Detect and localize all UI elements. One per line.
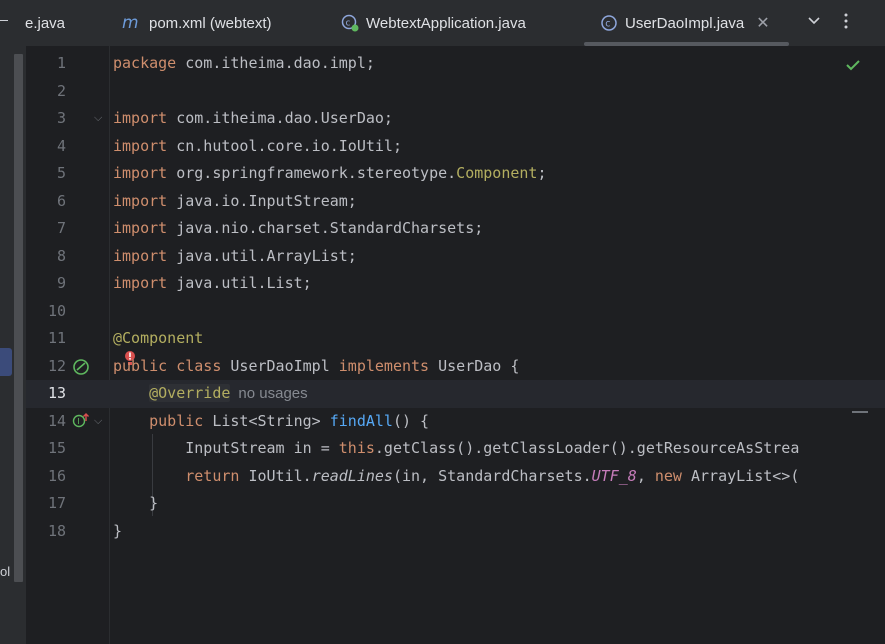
maven-icon: m	[122, 15, 142, 31]
code-line: 7 import java.nio.charset.StandardCharse…	[26, 215, 885, 243]
line-number: 12	[47, 356, 66, 375]
code-text[interactable]: import java.io.InputStream;	[113, 188, 357, 216]
tab-pom-xml[interactable]: m pom.xml (webtext)	[122, 0, 272, 46]
code-text[interactable]: package com.itheima.dao.impl;	[113, 50, 375, 78]
code-line: 5 import org.springframework.stereotype.…	[26, 160, 885, 188]
spring-boot-class-icon: c	[341, 14, 359, 32]
line-number: 8	[56, 246, 66, 265]
code-line: 11 @Component	[26, 325, 885, 353]
line-number: 9	[56, 274, 66, 292]
code-line: 6 import java.io.InputStream;	[26, 188, 885, 216]
tab-user-dao-impl[interactable]: c UserDaoImpl.java ✕	[600, 0, 770, 46]
line-number: 17	[47, 494, 66, 512]
code-text[interactable]: return IoUtil.readLines(in, StandardChar…	[113, 463, 799, 491]
code-line: 3 ⌵ import com.itheima.dao.UserDao;	[26, 105, 885, 133]
line-number: 13	[47, 384, 66, 402]
code-text[interactable]: }	[113, 490, 158, 518]
code-line: 18 }	[26, 518, 885, 546]
line-number: 7	[56, 219, 66, 237]
svg-text:c: c	[346, 19, 351, 29]
code-line: 17 }	[26, 490, 885, 518]
code-text[interactable]: import com.itheima.dao.UserDao;	[113, 105, 393, 133]
code-line: 4 import cn.hutool.core.io.IoUtil;	[26, 133, 885, 161]
selected-item-marker	[0, 348, 12, 376]
spring-bean-icon[interactable]	[72, 358, 90, 376]
code-line-current: 13 @Override no usages	[26, 380, 885, 408]
implements-method-icon[interactable]: I	[72, 412, 90, 430]
code-line: 8 import java.util.ArrayList;	[26, 243, 885, 271]
line-number: 11	[47, 329, 66, 347]
code-line: 16 return IoUtil.readLines(in, StandardC…	[26, 463, 885, 491]
more-vertical-icon[interactable]	[838, 12, 854, 35]
code-text[interactable]: import cn.hutool.core.io.IoUtil;	[113, 133, 402, 161]
line-number: 15	[47, 439, 66, 457]
svg-text:m: m	[122, 15, 139, 31]
line-number: 6	[56, 191, 66, 210]
fold-icon[interactable]: ⌵	[94, 105, 102, 133]
code-text[interactable]: import java.util.ArrayList;	[113, 243, 357, 271]
code-text[interactable]: import java.util.List;	[113, 270, 312, 298]
code-text[interactable]: public List<String> findAll() {	[113, 408, 429, 436]
line-number: 5	[56, 164, 66, 182]
code-text[interactable]: import org.springframework.stereotype.Co…	[113, 160, 546, 188]
svg-text:c: c	[605, 19, 610, 30]
code-editor[interactable]: 1 package com.itheima.dao.impl; 2 3 ⌵ im…	[26, 46, 885, 644]
fold-icon[interactable]: ⌵	[94, 408, 102, 436]
line-number: 18	[47, 521, 66, 540]
code-line: 12 public class UserDaoImpl implements U…	[26, 350, 885, 381]
tab-label: e.java	[25, 14, 66, 32]
code-text[interactable]: }	[113, 518, 122, 546]
line-number: 2	[56, 81, 66, 100]
editor-tab-bar: e.java m pom.xml (webtext) c WebtextAppl…	[0, 0, 885, 47]
tab-label: UserDaoImpl.java	[625, 14, 745, 32]
left-tool-strip: ol	[0, 46, 26, 644]
sidebar-text-fragment: ol	[0, 564, 11, 579]
class-icon: c	[600, 14, 618, 32]
close-icon[interactable]: ✕	[756, 13, 769, 33]
project-panel-scrollbar[interactable]	[14, 54, 23, 582]
code-text[interactable]: @Override no usages	[113, 380, 308, 408]
line-number: 16	[47, 466, 66, 485]
code-line: 1 package com.itheima.dao.impl;	[26, 50, 885, 78]
line-number: 14	[47, 411, 66, 430]
line-number: 3	[56, 109, 66, 127]
code-line: 10	[26, 298, 885, 326]
tab-webtext-application[interactable]: c WebtextApplication.java	[341, 0, 526, 46]
tab-scroll-indicator	[0, 20, 8, 21]
line-number: 10	[47, 301, 66, 320]
line-number: 1	[56, 54, 66, 72]
inlay-hint-usages[interactable]: no usages	[238, 385, 307, 402]
svg-text:I: I	[77, 417, 79, 426]
chevron-down-icon[interactable]	[806, 12, 822, 33]
tab-partial-java[interactable]: e.java	[25, 0, 65, 46]
code-text[interactable]: InputStream in = this.getClass().getClas…	[113, 435, 799, 463]
code-line: 14 I ⌵ public List<String> findAll() {	[26, 408, 885, 436]
code-text[interactable]: public class UserDaoImpl implements User…	[113, 353, 519, 381]
code-line: 2	[26, 78, 885, 106]
tab-label: pom.xml (webtext)	[149, 14, 272, 32]
code-line: 15 InputStream in = this.getClass().getC…	[26, 435, 885, 463]
line-number: 4	[56, 136, 66, 155]
code-line: 9 import java.util.List;	[26, 270, 885, 298]
tab-label: WebtextApplication.java	[366, 14, 526, 32]
code-text[interactable]: import java.nio.charset.StandardCharsets…	[113, 215, 483, 243]
